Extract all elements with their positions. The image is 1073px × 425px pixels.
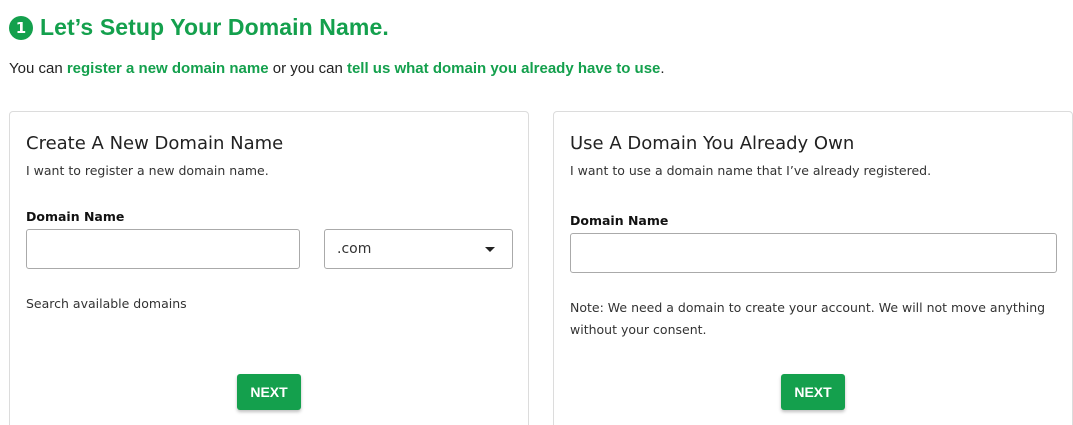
next-button[interactable]: NEXT [237, 374, 301, 410]
step-number-badge: 1 [9, 15, 33, 40]
intro-text-part: You can [9, 60, 67, 77]
existing-domain-name-input[interactable] [570, 233, 1057, 273]
card-subtitle: I want to use a domain name that I’ve al… [570, 163, 932, 178]
next-button[interactable]: NEXT [781, 374, 845, 410]
intro-text-part: or you can [268, 60, 347, 77]
card-title: Use A Domain You Already Own [570, 133, 855, 154]
consent-note-line: without your consent. [570, 322, 707, 337]
card-title: Create A New Domain Name [26, 133, 284, 154]
use-existing-domain-link[interactable]: tell us what domain you already have to … [347, 60, 660, 77]
intro-text: You can register a new domain name or yo… [9, 60, 665, 77]
chevron-down-icon [485, 246, 495, 252]
intro-text-part: . [660, 60, 665, 77]
search-available-domains-text: Search available domains [26, 296, 187, 311]
register-new-domain-link[interactable]: register a new domain name [67, 60, 269, 77]
consent-note: Note: We need a domain to create your ac… [570, 297, 1045, 341]
tld-select[interactable]: .com [324, 229, 513, 269]
use-existing-domain-card: Use A Domain You Already Own I want to u… [553, 111, 1073, 425]
card-subtitle: I want to register a new domain name. [26, 163, 269, 178]
consent-note-line: Note: We need a domain to create your ac… [570, 300, 1046, 315]
create-new-domain-card: Create A New Domain Name I want to regis… [9, 111, 529, 425]
page-header: 1 Let’s Setup Your Domain Name. [9, 14, 389, 41]
domain-name-label: Domain Name [26, 209, 125, 224]
new-domain-name-input[interactable] [26, 229, 300, 269]
page-title: Let’s Setup Your Domain Name. [40, 14, 389, 40]
domain-name-label: Domain Name [570, 213, 669, 228]
tld-selected-value: .com [337, 241, 372, 257]
